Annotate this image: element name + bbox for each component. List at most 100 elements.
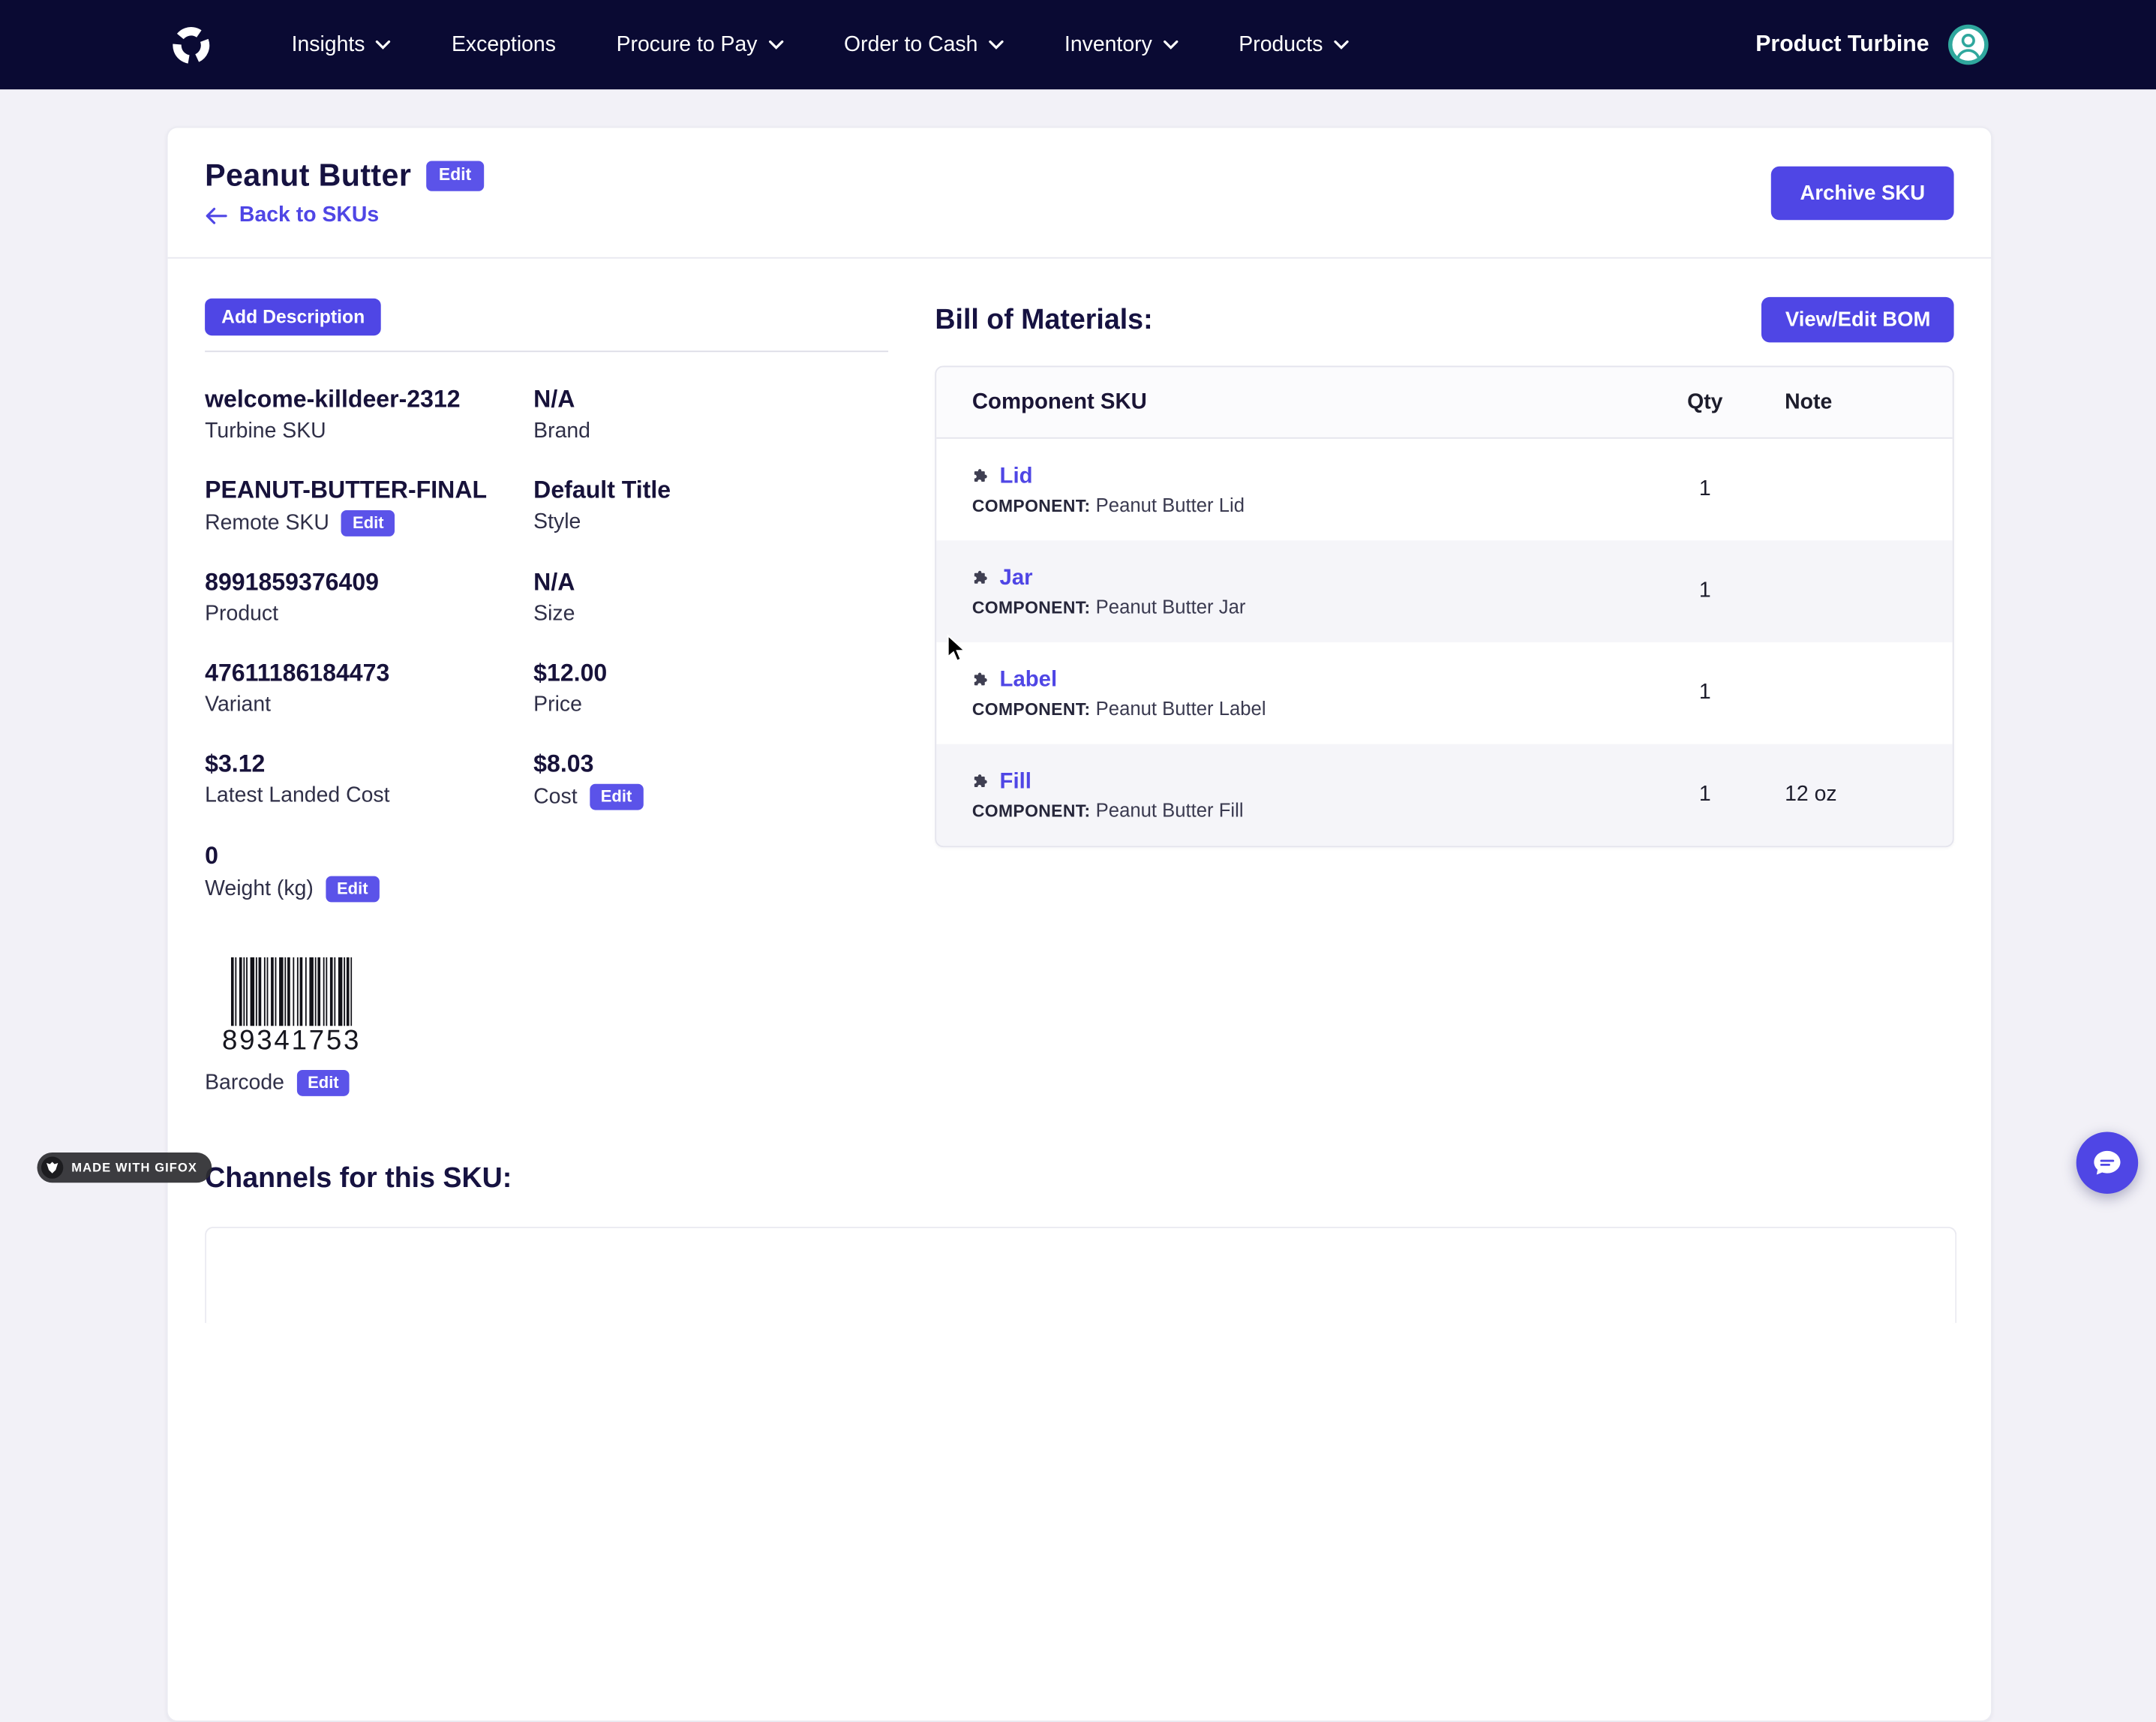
field-label: Remote SKU bbox=[205, 511, 329, 536]
nav-item-inventory[interactable]: Inventory bbox=[1064, 32, 1179, 57]
sku-fields-grid: welcome-killdeer-2312 Turbine SKU N/A Br… bbox=[205, 385, 888, 902]
field-value: Default Title bbox=[533, 476, 888, 504]
component-cell: Jar COMPONENT: Peanut Butter Jar bbox=[972, 566, 1650, 617]
nav-item-label: Order to Cash bbox=[844, 32, 977, 57]
chevron-down-icon bbox=[768, 40, 783, 50]
barcode-block: 89341753 Barcode Edit bbox=[205, 957, 888, 1096]
field-value: welcome-killdeer-2312 bbox=[205, 385, 533, 413]
nav-item-procure-to-pay[interactable]: Procure to Pay bbox=[617, 32, 784, 57]
nav-item-label: Inventory bbox=[1064, 32, 1152, 57]
sku-detail-card: Peanut Butter Edit Back to SKUs Archive … bbox=[167, 127, 1992, 1722]
edit-cost-badge[interactable]: Edit bbox=[590, 784, 643, 810]
component-link-fill[interactable]: Fill bbox=[972, 770, 1650, 795]
nav-item-label: Exceptions bbox=[452, 32, 556, 57]
app-logo-icon[interactable] bbox=[169, 23, 213, 67]
avatar-person-icon bbox=[1947, 23, 1989, 66]
field-value: $3.12 bbox=[205, 750, 533, 778]
column-component-sku: Component SKU bbox=[972, 390, 1650, 415]
component-link-label[interactable]: Label bbox=[972, 668, 1650, 693]
field-variant: 47611186184473 Variant bbox=[205, 659, 533, 718]
view-edit-bom-button[interactable]: View/Edit BOM bbox=[1762, 297, 1954, 342]
nav-item-insights[interactable]: Insights bbox=[292, 32, 392, 57]
field-remote-sku: PEANUT-BUTTER-FINAL Remote SKU Edit bbox=[205, 476, 533, 536]
cycle-logo-icon bbox=[169, 23, 213, 67]
field-style: Default Title Style bbox=[533, 476, 888, 536]
back-to-skus-link[interactable]: Back to SKUs bbox=[205, 203, 379, 228]
component-sub: COMPONENT: Peanut Butter Label bbox=[972, 696, 1650, 718]
field-label: Latest Landed Cost bbox=[205, 784, 389, 809]
component-name: Lid bbox=[1000, 464, 1033, 489]
field-label: Product bbox=[205, 603, 278, 627]
component-name: Fill bbox=[1000, 770, 1031, 795]
chat-bubble-icon bbox=[2091, 1147, 2123, 1179]
component-link-lid[interactable]: Lid bbox=[972, 464, 1650, 489]
puzzle-piece-icon bbox=[972, 467, 990, 485]
bom-column: Bill of Materials: View/Edit BOM Compone… bbox=[935, 287, 1953, 1096]
field-brand: N/A Brand bbox=[533, 385, 888, 444]
field-label: Variant bbox=[205, 693, 271, 718]
sku-card-body: Add Description welcome-killdeer-2312 Tu… bbox=[168, 259, 1991, 1096]
edit-remote-sku-badge[interactable]: Edit bbox=[341, 510, 395, 536]
field-value: 8991859376409 bbox=[205, 568, 533, 597]
channels-title: Channels for this SKU: bbox=[205, 1162, 1953, 1195]
gifox-text: MADE WITH GIFOX bbox=[71, 1161, 197, 1174]
archive-sku-button[interactable]: Archive SKU bbox=[1771, 167, 1954, 220]
field-cost: $8.03 Cost Edit bbox=[533, 750, 888, 810]
sku-details-column: Add Description welcome-killdeer-2312 Tu… bbox=[205, 287, 888, 1096]
brand-name: Product Turbine bbox=[1755, 32, 1929, 58]
puzzle-piece-icon bbox=[972, 569, 990, 588]
nav-item-label: Insights bbox=[292, 32, 365, 57]
field-label: Style bbox=[533, 510, 581, 535]
component-sub: COMPONENT: Peanut Butter Jar bbox=[972, 595, 1650, 617]
field-value: N/A bbox=[533, 568, 888, 597]
chevron-down-icon bbox=[1163, 40, 1178, 50]
field-label: Brand bbox=[533, 419, 590, 444]
component-sub: COMPONENT: Peanut Butter Fill bbox=[972, 798, 1650, 820]
channels-section: Channels for this SKU: bbox=[168, 1162, 1991, 1323]
field-label: Cost bbox=[533, 785, 577, 810]
user-avatar[interactable] bbox=[1947, 23, 1989, 66]
gifox-watermark: MADE WITH GIFOX bbox=[37, 1153, 211, 1183]
nav-menu: Insights Exceptions Procure to Pay Order… bbox=[292, 32, 1350, 57]
field-label: Weight (kg) bbox=[205, 876, 314, 901]
component-name: Label bbox=[1000, 668, 1058, 693]
field-value: $12.00 bbox=[533, 659, 888, 687]
component-cell: Fill COMPONENT: Peanut Butter Fill bbox=[972, 770, 1650, 821]
details-divider bbox=[205, 350, 888, 352]
nav-item-label: Procure to Pay bbox=[617, 32, 758, 57]
note-cell: 12 oz bbox=[1760, 783, 1953, 807]
qty-cell: 1 bbox=[1650, 477, 1760, 502]
add-description-button[interactable]: Add Description bbox=[205, 299, 381, 335]
field-size: N/A Size bbox=[533, 568, 888, 627]
nav-item-products[interactable]: Products bbox=[1239, 32, 1349, 57]
bom-title: Bill of Materials: bbox=[935, 303, 1152, 336]
qty-cell: 1 bbox=[1650, 579, 1760, 604]
edit-weight-badge[interactable]: Edit bbox=[326, 876, 379, 903]
chat-widget-button[interactable] bbox=[2076, 1131, 2138, 1193]
nav-item-exceptions[interactable]: Exceptions bbox=[452, 32, 556, 57]
bom-row-jar: Jar COMPONENT: Peanut Butter Jar 1 bbox=[936, 540, 1953, 642]
field-value: $8.03 bbox=[533, 750, 888, 778]
nav-item-order-to-cash[interactable]: Order to Cash bbox=[844, 32, 1004, 57]
channels-table-stub bbox=[205, 1227, 1956, 1323]
arrow-left-icon bbox=[205, 206, 228, 226]
app-viewport: Insights Exceptions Procure to Pay Order… bbox=[0, 0, 2156, 1214]
page-title: Peanut Butter bbox=[205, 158, 411, 194]
column-note: Note bbox=[1760, 390, 1953, 415]
puzzle-piece-icon bbox=[972, 671, 990, 689]
bom-table: Component SKU Qty Note Lid COMPONENT: Pe… bbox=[935, 366, 1953, 848]
field-weight: 0 Weight (kg) Edit bbox=[205, 842, 533, 903]
component-cell: Label COMPONENT: Peanut Butter Label bbox=[972, 668, 1650, 719]
qty-cell: 1 bbox=[1650, 681, 1760, 705]
field-value: 47611186184473 bbox=[205, 659, 533, 687]
nav-right: Product Turbine bbox=[1755, 23, 1989, 66]
sku-card-header: Peanut Butter Edit Back to SKUs Archive … bbox=[168, 128, 1991, 258]
edit-barcode-badge[interactable]: Edit bbox=[296, 1070, 350, 1096]
field-value: 0 bbox=[205, 842, 533, 870]
component-link-jar[interactable]: Jar bbox=[972, 566, 1650, 591]
edit-title-badge[interactable]: Edit bbox=[426, 161, 483, 191]
qty-cell: 1 bbox=[1650, 783, 1760, 807]
component-cell: Lid COMPONENT: Peanut Butter Lid bbox=[972, 464, 1650, 515]
field-turbine-sku: welcome-killdeer-2312 Turbine SKU bbox=[205, 385, 533, 444]
field-latest-landed-cost: $3.12 Latest Landed Cost bbox=[205, 750, 533, 810]
